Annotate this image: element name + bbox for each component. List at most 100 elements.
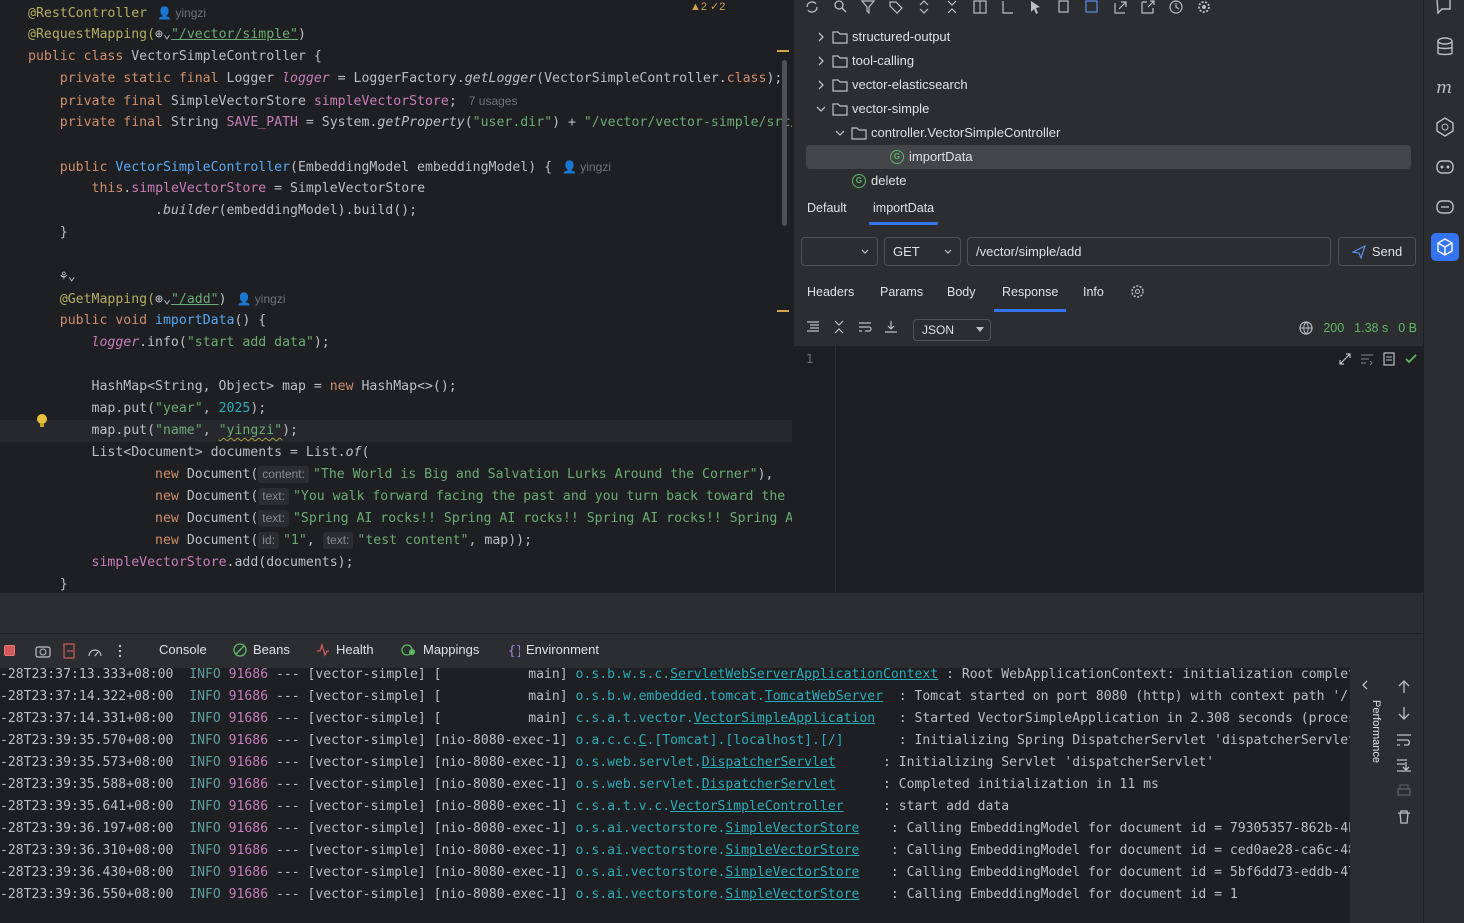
code-line[interactable]: .builder(embeddingModel).build(); <box>0 200 417 222</box>
method-select[interactable]: GET <box>884 237 961 266</box>
format-select[interactable]: JSON <box>913 319 991 341</box>
database-icon[interactable] <box>1084 0 1100 14</box>
code-line[interactable]: @GetMapping(⊕⌄"/add") 👤 yingzi <box>0 288 286 310</box>
http-client-tool-button[interactable] <box>1431 233 1459 261</box>
response-body[interactable]: 1 <box>794 346 1424 592</box>
stop-icon[interactable] <box>4 645 15 656</box>
chevron-right-icon[interactable] <box>814 30 828 44</box>
tab-body[interactable]: Body <box>947 278 976 306</box>
lightbulb-icon[interactable] <box>36 413 48 429</box>
tree-item-vector-elasticsearch[interactable]: vector-elasticsearch <box>814 73 968 97</box>
copy-icon[interactable] <box>1056 0 1072 14</box>
code-line[interactable]: List<Document> documents = List.of( <box>0 442 370 464</box>
code-line[interactable]: simpleVectorStore.add(documents); <box>0 552 354 574</box>
collapse-all-icon[interactable] <box>944 0 960 14</box>
tab-console[interactable]: Console <box>159 642 207 657</box>
code-line[interactable]: private final String SAVE_PATH = System.… <box>0 112 792 134</box>
code-line[interactable] <box>0 354 28 376</box>
logger-class-link[interactable]: VectorSimpleApplication <box>694 711 875 726</box>
editor-scrollbar[interactable] <box>782 60 787 226</box>
filter-icon[interactable] <box>860 0 876 14</box>
arrow-down-icon[interactable] <box>1396 705 1412 721</box>
tab-info[interactable]: Info <box>1083 278 1104 306</box>
tab-response[interactable]: Response <box>993 278 1067 312</box>
tree-item-importdata[interactable]: GimportData <box>806 145 1411 169</box>
expand-icon[interactable] <box>1338 352 1352 366</box>
assistant-icon[interactable] <box>1434 196 1456 218</box>
git-author-annotation[interactable]: 👤 yingzi <box>562 160 611 174</box>
performance-side-tab[interactable]: Performance <box>1352 700 1382 780</box>
open-external-icon[interactable] <box>1140 0 1156 14</box>
code-line[interactable]: map.put("name", "yingzi"); <box>0 420 792 442</box>
download-icon[interactable] <box>884 320 898 334</box>
logger-class-link[interactable]: VectorSimpleController <box>670 799 843 814</box>
code-line[interactable]: ⚘⌄ <box>0 266 76 288</box>
tab-params[interactable]: Params <box>880 278 923 306</box>
logger-class-link[interactable]: SimpleVectorStore <box>725 887 859 902</box>
code-line[interactable]: public class VectorSimpleController { <box>0 46 322 68</box>
search-icon[interactable] <box>832 0 848 14</box>
code-line[interactable]: new Document(content: "The World is Big a… <box>0 464 774 486</box>
expand-all-icon[interactable] <box>916 0 932 14</box>
plugin-icon[interactable] <box>1434 116 1456 138</box>
code-line[interactable]: } <box>0 222 68 244</box>
pointer-icon[interactable] <box>1028 0 1044 14</box>
maven-icon[interactable]: m <box>1434 76 1456 98</box>
locate-icon[interactable] <box>1000 0 1016 14</box>
tab-default[interactable]: Default <box>807 193 847 223</box>
tag-icon[interactable] <box>888 0 904 14</box>
code-line[interactable]: @RequestMapping(⊕⌄"/vector/simple") <box>0 24 306 46</box>
exit-icon[interactable] <box>62 643 76 659</box>
format-icon[interactable] <box>806 320 820 334</box>
code-line[interactable] <box>0 134 28 156</box>
code-line[interactable] <box>0 244 28 266</box>
settings-icon[interactable] <box>1196 0 1212 14</box>
tree-item-structured-output[interactable]: structured-output <box>814 25 950 49</box>
logger-class-link[interactable]: TomcatWebServer <box>765 689 883 704</box>
camera-icon[interactable] <box>35 644 51 658</box>
trash-icon[interactable] <box>1396 809 1412 825</box>
logger-class-link[interactable]: SimpleVectorStore <box>725 843 859 858</box>
code-line[interactable]: new Document(text: "You walk forward faci… <box>0 486 792 508</box>
logger-class-link[interactable]: SimpleVectorStore <box>725 821 859 836</box>
chevron-right-icon[interactable] <box>814 78 828 92</box>
chevron-down-icon[interactable] <box>814 102 828 116</box>
database-icon[interactable] <box>1434 36 1456 58</box>
code-line[interactable]: public void importData() { <box>0 310 266 332</box>
code-line[interactable]: new Document(text: "Spring AI rocks!! Spr… <box>0 508 792 530</box>
tab-mappings[interactable]: Mappings <box>401 642 479 657</box>
print-icon[interactable] <box>1396 783 1412 799</box>
dashboard-icon[interactable] <box>87 644 103 658</box>
chevron-down-icon[interactable] <box>833 126 847 140</box>
code-line[interactable]: private static final Logger logger = Log… <box>0 68 783 90</box>
tab-headers[interactable]: Headers <box>807 278 854 306</box>
arrow-up-icon[interactable] <box>1396 679 1412 695</box>
code-line[interactable]: this.simpleVectorStore = SimpleVectorSto… <box>0 178 426 200</box>
tab-importdata[interactable]: importData <box>868 193 939 225</box>
logger-class-link[interactable]: SimpleVectorStore <box>725 865 859 880</box>
soft-wrap-icon[interactable] <box>1360 352 1374 366</box>
gear-icon[interactable] <box>1130 284 1145 299</box>
usages-hint[interactable]: 7 usages <box>469 94 518 108</box>
code-line[interactable]: private final SimpleVectorStore simpleVe… <box>0 90 518 112</box>
environment-select[interactable] <box>801 237 878 266</box>
tab-beans[interactable]: Beans <box>233 642 290 657</box>
code-line[interactable]: new Document(id: "1", text: "test content"… <box>0 530 532 552</box>
scroll-to-end-icon[interactable] <box>1396 757 1412 773</box>
code-line[interactable]: logger.info("start add data"); <box>0 332 330 354</box>
code-line[interactable]: HashMap<String, Object> map = new HashMa… <box>0 376 457 398</box>
layout-icon[interactable] <box>972 0 988 14</box>
code-line[interactable]: public VectorSimpleController(EmbeddingM… <box>0 156 611 178</box>
logger-class-link[interactable]: ServletWebServerApplicationContext <box>670 668 938 682</box>
refresh-icon[interactable] <box>804 0 820 14</box>
tree-item-delete[interactable]: Gdelete <box>852 169 906 193</box>
tab-health[interactable]: Health <box>316 642 374 657</box>
collapse-icon[interactable] <box>832 320 846 334</box>
tree-item-tool-calling[interactable]: tool-calling <box>814 49 914 73</box>
inspection-widget[interactable]: ▲2 ✓2 <box>690 0 725 13</box>
git-author-annotation[interactable]: 👤 yingzi <box>237 292 286 306</box>
console-output[interactable]: -28T23:37:13.333+08:00 INFO 91686 --- [v… <box>0 668 1350 923</box>
document-icon[interactable] <box>1382 352 1396 366</box>
tab-environment[interactable]: {} Environment <box>508 642 599 657</box>
code-line[interactable]: } <box>0 574 68 592</box>
